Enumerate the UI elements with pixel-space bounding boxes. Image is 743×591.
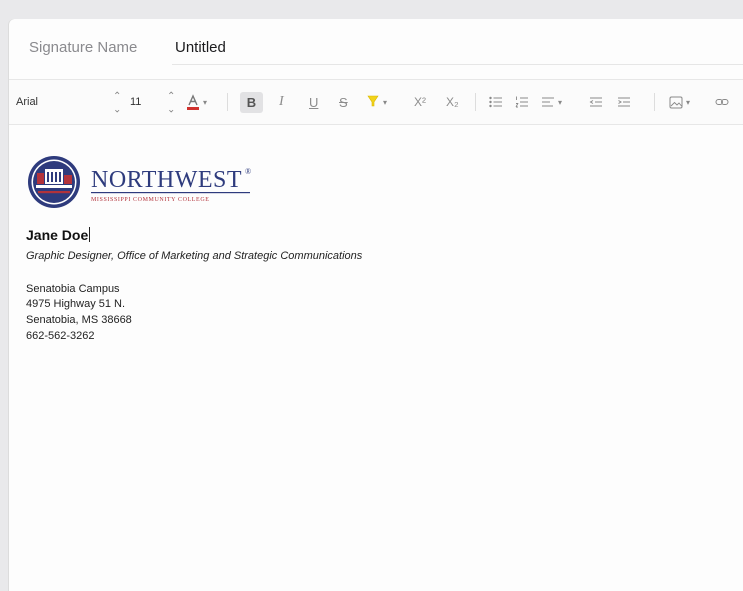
align-left-icon [542, 97, 554, 107]
chevron-down-icon: ▾ [686, 97, 691, 107]
outdent-icon [589, 97, 602, 107]
person-name-text: Jane Doe [26, 227, 89, 243]
italic-button[interactable]: I [279, 80, 284, 124]
numbered-list-icon [515, 96, 528, 108]
text-cursor [89, 227, 91, 242]
chevron-down-icon: ▾ [383, 97, 388, 107]
font-color-button[interactable]: ▾ [186, 80, 207, 124]
font-family-select[interactable]: Arial [16, 80, 111, 124]
address-campus: Senatobia Campus [26, 283, 120, 295]
subscript-button[interactable]: X₂ [446, 80, 459, 124]
chevron-down-icon: ⌃ [167, 102, 176, 113]
logo-wordmark: NORTHWEST [91, 167, 242, 193]
indent-decrease-button[interactable] [589, 80, 603, 124]
strikethrough-button[interactable]: S [339, 80, 348, 124]
highlight-button[interactable]: ▾ [366, 80, 387, 124]
insert-image-button[interactable]: ▾ [669, 80, 690, 124]
chevron-up-icon: ⌃ [113, 91, 122, 102]
signature-editor-panel: Signature Name Arial ⌃ ⌃ 11 ⌃ ⌃ ▾ B I U … [9, 19, 743, 591]
insert-link-button[interactable] [715, 80, 729, 124]
registered-mark: ® [245, 167, 251, 176]
numbered-list-button[interactable] [515, 80, 529, 124]
font-size-stepper[interactable]: ⌃ ⌃ [167, 80, 175, 124]
font-color-icon [187, 94, 199, 110]
phone-number: 662-562-3262 [26, 330, 95, 342]
underline-button[interactable]: U [309, 80, 318, 124]
bulleted-list-button[interactable] [489, 80, 503, 124]
chevron-down-icon: ⌃ [113, 102, 122, 113]
bold-button[interactable]: B [240, 92, 263, 113]
chevron-down-icon: ▾ [558, 97, 563, 107]
toolbar-divider [475, 93, 476, 111]
highlighter-icon [367, 95, 379, 107]
bulleted-list-icon [489, 96, 502, 108]
signature-name-label: Signature Name [29, 39, 138, 56]
font-size-select[interactable]: 11 [130, 80, 141, 124]
signature-name-input[interactable] [172, 30, 743, 65]
image-icon [669, 96, 683, 108]
link-icon [715, 99, 729, 105]
logo-tagline: MISSISSIPPI COMMUNITY COLLEGE [91, 197, 210, 203]
toolbar-divider [227, 93, 228, 111]
address-street: 4975 Highway 51 N. [26, 298, 126, 310]
signature-person-name: Jane Doe [26, 227, 91, 243]
chevron-up-icon: ⌃ [167, 91, 176, 102]
chevron-down-icon: ▾ [203, 97, 208, 107]
signature-job-title: Graphic Designer, Office of Marketing an… [26, 250, 363, 262]
font-family-stepper[interactable]: ⌃ ⌃ [113, 80, 121, 124]
indent-increase-button[interactable] [617, 80, 631, 124]
toolbar-divider [654, 93, 655, 111]
font-size-value: 11 [130, 96, 142, 108]
formatting-toolbar: Arial ⌃ ⌃ 11 ⌃ ⌃ ▾ B I U S ▾ X² X₂ ▾ ▾ [9, 79, 743, 125]
indent-icon [618, 97, 630, 107]
font-family-value: Arial [16, 96, 39, 108]
college-seal-icon [28, 156, 80, 208]
superscript-button[interactable]: X² [414, 80, 426, 124]
text-align-button[interactable]: ▾ [541, 80, 562, 124]
northwest-logo: NORTHWEST ® MISSISSIPPI COMMUNITY COLLEG… [27, 155, 267, 220]
address-city: Senatobia, MS 38668 [26, 314, 132, 326]
signature-name-row: Signature Name [9, 19, 743, 77]
